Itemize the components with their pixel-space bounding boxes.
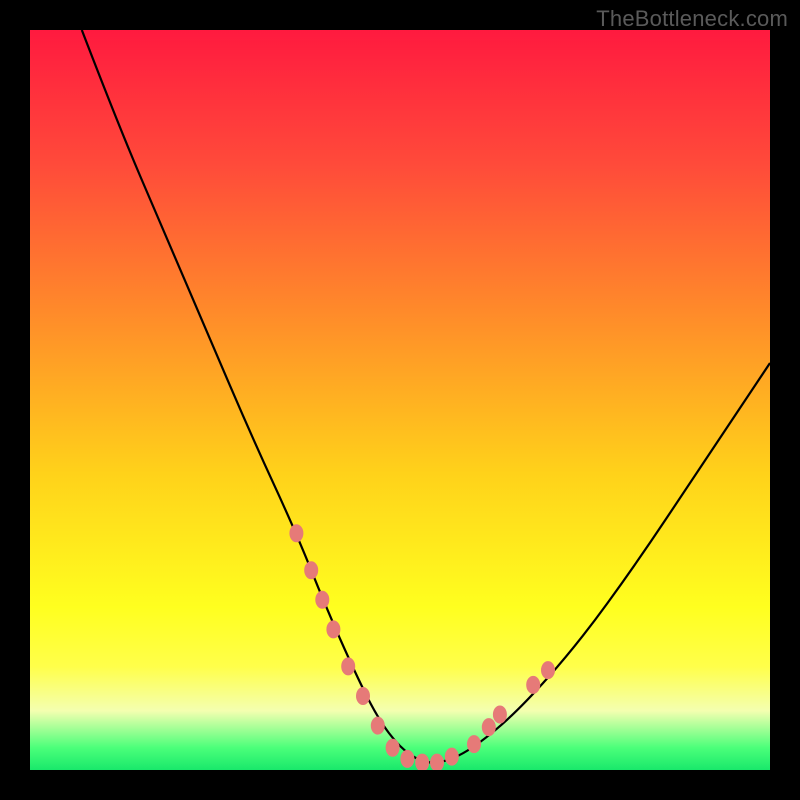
data-marker (400, 750, 414, 768)
data-marker (415, 754, 429, 770)
data-marker (315, 591, 329, 609)
data-marker (541, 661, 555, 679)
data-markers (289, 524, 555, 770)
bottleneck-chart (30, 30, 770, 770)
data-marker (493, 706, 507, 724)
bottleneck-curve-line (82, 30, 770, 763)
data-marker (526, 676, 540, 694)
data-marker (289, 524, 303, 542)
data-marker (467, 735, 481, 753)
watermark-text: TheBottleneck.com (596, 6, 788, 32)
data-marker (445, 748, 459, 766)
data-marker (386, 739, 400, 757)
data-marker (341, 657, 355, 675)
data-marker (482, 718, 496, 736)
data-marker (356, 687, 370, 705)
data-marker (326, 620, 340, 638)
data-marker (304, 561, 318, 579)
data-marker (371, 717, 385, 735)
data-marker (430, 754, 444, 770)
